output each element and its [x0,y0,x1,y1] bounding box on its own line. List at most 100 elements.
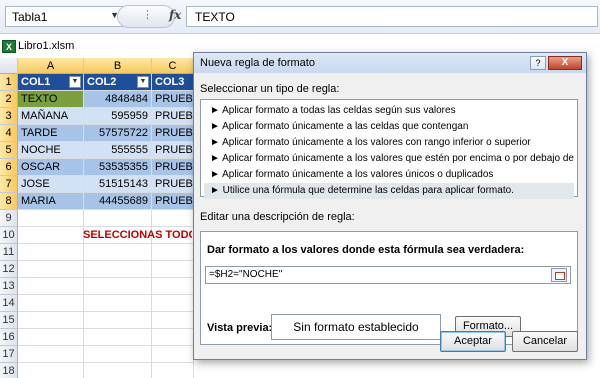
table-header-cell[interactable]: COL1 ▼ [18,74,84,91]
empty-cell[interactable] [18,244,84,261]
table-cell[interactable]: MARIA [18,193,84,210]
table-cell[interactable]: PRUEBA [152,142,194,159]
rule-type-item[interactable]: ► Aplicar formato a todas las celdas seg… [204,103,574,119]
rule-type-item[interactable]: ► Aplicar formato únicamente a los valor… [204,167,574,183]
empty-cell[interactable] [152,244,194,261]
row-header[interactable]: 18 [0,363,18,378]
empty-cell[interactable] [152,363,194,378]
table-cell[interactable]: MAÑANA [18,108,84,125]
rule-type-item[interactable]: ► Aplicar formato únicamente a los valor… [204,151,574,167]
row-header[interactable]: 6 [0,159,18,176]
row-header[interactable]: 4 [0,125,18,142]
row-header[interactable]: 5 [0,142,18,159]
row-header[interactable]: 11 [0,244,18,261]
empty-cell[interactable] [18,261,84,278]
empty-cell[interactable] [152,261,194,278]
workbook-name: Libro1.xlsm [18,40,75,52]
table-cell[interactable]: 57575722 [84,125,152,142]
table-header-cell[interactable]: COL2 ▼ [84,74,152,91]
empty-cell[interactable] [18,295,84,312]
row-header[interactable]: 10 [0,227,18,244]
empty-cell[interactable] [152,312,194,329]
table-cell[interactable]: PRUEBA [152,193,194,210]
empty-cell[interactable] [152,329,194,346]
help-icon[interactable]: ? [530,56,546,70]
table-cell[interactable]: OSCAR [18,159,84,176]
table-cell[interactable]: PRUEBA [152,125,194,142]
row-header[interactable]: 17 [0,346,18,363]
row-header[interactable]: 8 [0,193,18,210]
table-cell[interactable]: 44455689 [84,193,152,210]
row-header[interactable]: 9 [0,210,18,227]
accept-button[interactable]: Aceptar [440,331,506,352]
column-header-c[interactable]: C [152,58,194,74]
formula-bar-splitter[interactable]: ⋮ [117,5,175,28]
table-cell[interactable]: 53535355 [84,159,152,176]
table-cell[interactable]: 595959 [84,108,152,125]
empty-cell[interactable] [84,210,152,227]
select-all-corner[interactable] [0,58,18,74]
excel-icon: X [2,40,16,53]
select-type-label: Seleccionar un tipo de regla: [200,83,340,95]
name-box[interactable]: Tabla1 ▼ [5,6,123,27]
cancel-button[interactable]: Cancelar [512,331,578,352]
row-header[interactable]: 13 [0,278,18,295]
empty-cell[interactable] [18,227,84,244]
empty-cell[interactable] [84,329,152,346]
insert-function-icon[interactable]: fx [169,8,181,22]
empty-cell[interactable] [84,244,152,261]
row-header[interactable]: 12 [0,261,18,278]
rule-formula-input[interactable]: =$H2="NOCHE" [205,266,571,284]
table-header-cell[interactable]: COL3 [152,74,194,91]
rule-type-item[interactable]: ► Aplicar formato únicamente a las celda… [204,119,574,135]
table-cell[interactable]: TARDE [18,125,84,142]
row-header[interactable]: 1 [0,74,18,91]
table-cell[interactable]: 555555 [84,142,152,159]
empty-cell[interactable] [152,210,194,227]
empty-cell[interactable] [152,278,194,295]
table-cell[interactable]: NOCHE [18,142,84,159]
table-cell[interactable]: PRUEBA [152,108,194,125]
row-header[interactable]: 15 [0,312,18,329]
table-cell[interactable]: 51515143 [84,176,152,193]
table-cell[interactable]: PRUEBA [152,159,194,176]
empty-cell[interactable] [18,278,84,295]
row-header[interactable]: 16 [0,329,18,346]
range-selector-icon[interactable] [551,268,567,282]
empty-cell[interactable] [84,346,152,363]
table-cell[interactable]: TEXTO [18,91,84,108]
rule-type-item[interactable]: ► Utilice una fórmula que determine las … [204,183,574,199]
empty-cell[interactable] [84,261,152,278]
empty-cell[interactable] [84,278,152,295]
table-cell[interactable]: PRUEBA [152,91,194,108]
empty-cell[interactable] [84,363,152,378]
formula-bar: Tabla1 ▼ ⋮ fx TEXTO [0,0,600,34]
filter-dropdown-icon[interactable]: ▼ [69,76,81,88]
dialog-titlebar[interactable]: Nueva regla de formato [194,53,586,73]
table-cell[interactable]: 4848484 [84,91,152,108]
row-header[interactable]: 7 [0,176,18,193]
row-header[interactable]: 14 [0,295,18,312]
row-header[interactable]: 2 [0,91,18,108]
empty-cell[interactable] [18,210,84,227]
edit-description-label: Editar una descripción de regla: [200,211,355,223]
empty-cell[interactable] [18,329,84,346]
filter-dropdown-icon[interactable]: ▼ [137,76,149,88]
row-header[interactable]: 3 [0,108,18,125]
empty-cell[interactable] [18,363,84,378]
empty-cell[interactable] [152,295,194,312]
empty-cell[interactable] [18,346,84,363]
empty-cell[interactable] [84,295,152,312]
formula-input[interactable]: TEXTO [186,6,598,27]
empty-cell[interactable] [18,312,84,329]
table-cell[interactable]: JOSE [18,176,84,193]
rule-type-list[interactable]: ► Aplicar formato a todas las celdas seg… [200,99,578,199]
rule-type-item[interactable]: ► Aplicar formato únicamente a los valor… [204,135,574,151]
table-cell[interactable]: PRUEBA [152,176,194,193]
empty-cell[interactable] [84,312,152,329]
column-header-b[interactable]: B [84,58,152,74]
column-header-a[interactable]: A [18,58,84,74]
preview-label: Vista previa: [207,322,273,334]
close-icon[interactable]: X [548,56,582,70]
empty-cell[interactable] [152,346,194,363]
